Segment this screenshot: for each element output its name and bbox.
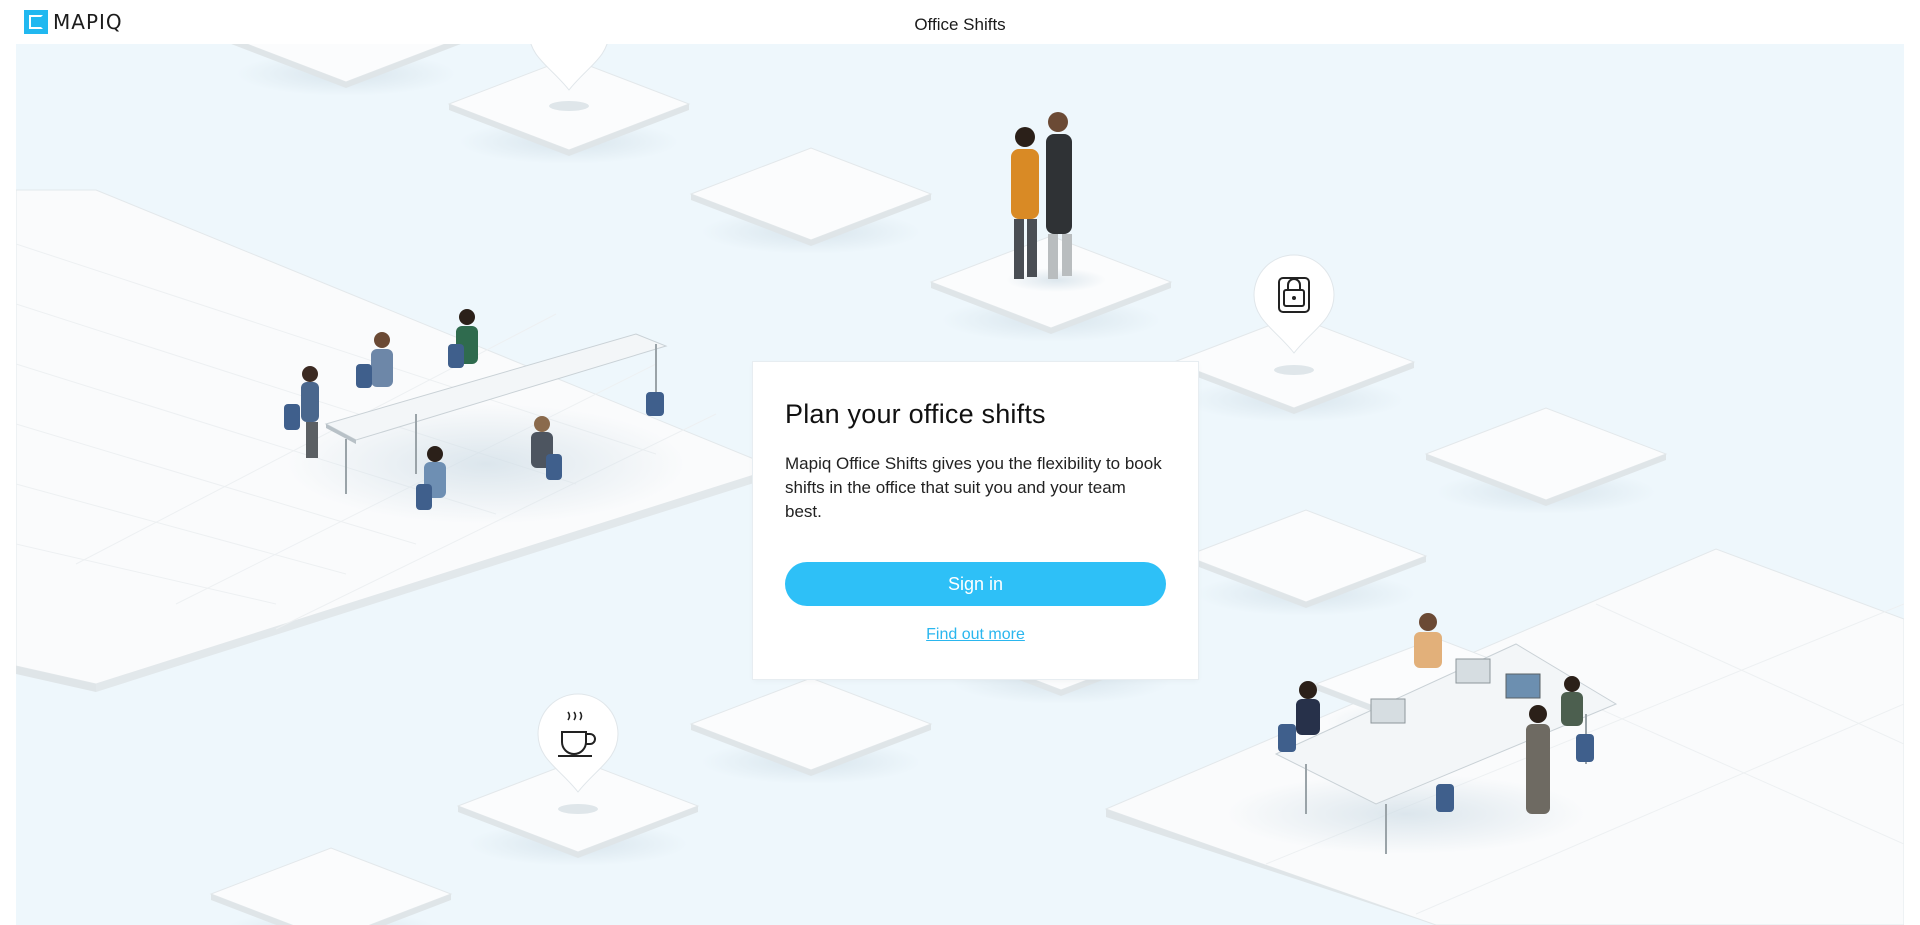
card-title: Plan your office shifts [785,399,1046,429]
top-bar: MAPIQ Office Shifts [0,0,1920,44]
app-title: Office Shifts [914,15,1006,34]
card-description: Mapiq Office Shifts gives you the flexib… [785,454,1162,521]
sign-in-card: Plan your office shifts Mapiq Office Shi… [753,362,1198,679]
sign-in-button[interactable]: Sign in [785,562,1166,606]
isometric-office-illustration: Plan your office shifts Mapiq Office Shi… [16,44,1904,925]
find-out-more-link[interactable]: Find out more [785,626,1166,644]
